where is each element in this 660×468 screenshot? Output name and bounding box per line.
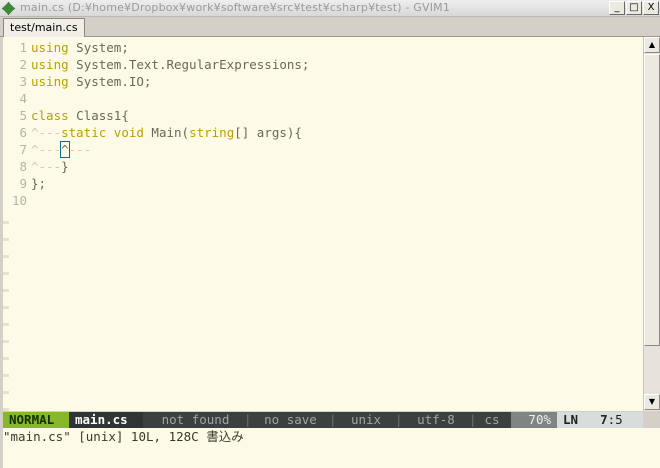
code-token: string [189, 125, 235, 140]
empty-line-fill [3, 207, 9, 411]
command-line-area[interactable] [3, 445, 660, 468]
minimize-button[interactable]: _ [609, 1, 625, 15]
line-number-indicator: 7 [600, 412, 608, 427]
code-token: System; [68, 40, 129, 55]
code-token: } [61, 159, 69, 174]
message-line: "main.cs" [unix] 10L, 128C 書込み [3, 428, 660, 445]
status-separator: | [329, 412, 337, 427]
code-token: System.Text.RegularExpressions; [68, 57, 310, 72]
code-line[interactable]: 1 using System; [3, 39, 643, 56]
code-token: using [31, 40, 69, 55]
vertical-scrollbar[interactable]: ▲ ▼ [643, 37, 660, 411]
code-line[interactable]: 9}; [3, 175, 643, 192]
status-line: NORMAL main.cs not found no save | unix | utf… [3, 412, 643, 428]
editor-text-area[interactable]: 1 using System; 2 using System.Text.Regular… [3, 37, 643, 411]
code-token: using [31, 74, 69, 89]
line-number: 3 [19, 74, 27, 89]
status-segment: unix [333, 412, 399, 428]
code-token: System.IO; [68, 74, 152, 89]
status-separator: | [395, 412, 403, 427]
code-token: class [31, 108, 69, 123]
line-number: 10 [11, 193, 27, 208]
title-bar: main.cs (D:¥home¥Dropbox¥work¥software¥s… [0, 0, 660, 17]
line-number: 7 [19, 142, 27, 157]
status-segment: not found [143, 412, 248, 428]
status-separator: | [244, 412, 252, 427]
code-token: --- [68, 142, 92, 157]
code-token: ^--- [31, 125, 62, 140]
code-line[interactable]: 3 using System.IO; [3, 73, 643, 90]
code-line[interactable]: 10 [3, 192, 643, 209]
line-number: 9 [19, 176, 27, 191]
code-line[interactable]: 4 [3, 90, 643, 107]
status-separator: | [469, 412, 477, 427]
status-segment: utf-8 [399, 412, 473, 428]
code-token: ^--- [31, 159, 62, 174]
status-filename: main.cs [69, 412, 143, 428]
code-token: static [61, 125, 107, 140]
code-line[interactable]: 6 ^---static void Main(string[] args){ [3, 124, 643, 141]
code-line[interactable]: 7 ^---^--- [3, 141, 643, 158]
close-button[interactable]: X [643, 1, 659, 15]
file-percent: 70% [511, 412, 557, 428]
maximize-button[interactable]: □ [626, 1, 642, 15]
code-line[interactable]: 5 class Class1{ [3, 107, 643, 124]
tab-bar: test/main.cs [0, 17, 660, 37]
line-number: 6 [19, 125, 27, 140]
tab-main-cs[interactable]: test/main.cs [3, 18, 85, 37]
code-token: }; [31, 176, 47, 191]
text-cursor: ^ [60, 141, 70, 158]
code-token: Main( [143, 125, 190, 140]
line-number: 2 [19, 57, 27, 72]
line-number: 4 [19, 91, 27, 106]
ln-label: LN [563, 412, 579, 427]
code-token: ^--- [31, 142, 62, 157]
column-number-indicator: 5 [615, 412, 623, 427]
gvim-app-icon[interactable] [2, 2, 15, 15]
scroll-up-arrow-icon[interactable]: ▲ [644, 37, 660, 53]
scrollbar-thumb[interactable] [644, 54, 660, 346]
position-colon: : [607, 412, 616, 427]
mode-indicator: NORMAL [3, 412, 69, 428]
status-segment: no save [248, 412, 333, 428]
line-number: 5 [19, 108, 27, 123]
scroll-down-arrow-icon[interactable]: ▼ [644, 394, 660, 410]
window-title: main.cs (D:¥home¥Dropbox¥work¥software¥s… [20, 1, 451, 14]
code-line[interactable]: 2 using System.Text.RegularExpressions; [3, 56, 643, 73]
code-line[interactable]: 8 ^---} [3, 158, 643, 175]
line-number: 1 [19, 40, 27, 55]
code-token: using [31, 57, 69, 72]
cursor-position: LN 7:5 [557, 412, 643, 428]
code-token: [] args){ [234, 125, 302, 140]
line-number: 8 [19, 159, 27, 174]
status-segment: cs [473, 412, 511, 428]
code-token: Class1{ [68, 108, 129, 123]
code-token: void [113, 125, 144, 140]
